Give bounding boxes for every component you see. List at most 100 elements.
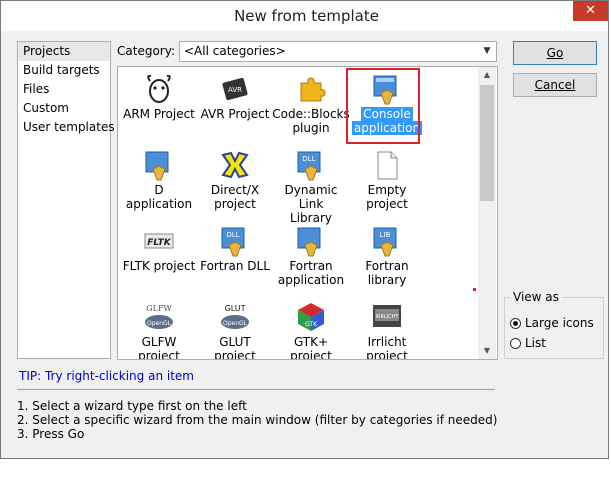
tree-item-build-targets[interactable]: Build targets [18, 61, 110, 80]
template-label: project [290, 349, 332, 360]
instruction-line: 2. Select a specific wizard from the mai… [17, 413, 498, 427]
template-fortran-dll[interactable]: DLL Fortran DLL [196, 221, 274, 295]
template-type-list: Projects Build targets Files Custom User… [17, 41, 115, 359]
cancel-button[interactable]: Cancel [513, 73, 597, 97]
glut-opengl-icon: GLUT OpenGL [221, 304, 249, 329]
fortran-dll-icon: DLL [221, 227, 245, 257]
template-label: Dynamic Link [284, 183, 338, 211]
template-empty-project[interactable]: Empty project [348, 145, 426, 219]
puzzle-piece-icon [300, 77, 326, 102]
fortran-app-icon [297, 227, 321, 257]
blank-page-icon [377, 151, 398, 180]
category-value: <All categories> [184, 44, 286, 58]
chevron-down-icon: ▼ [483, 46, 491, 56]
title-bar: New from template ✕ [1, 1, 608, 31]
selection-highlight-box [346, 68, 420, 144]
template-label: library [367, 273, 407, 287]
scroll-down-icon[interactable]: ▼ [478, 343, 496, 359]
template-label: Irrlicht [367, 335, 407, 349]
lib-icon: LIB [373, 227, 397, 257]
template-d-application[interactable]: D application [120, 145, 198, 219]
template-label: project [214, 349, 256, 360]
template-grid: ARM Project AVR AVR Project Code::Blocks… [117, 66, 498, 360]
template-dynamic-link-library[interactable]: DLL Dynamic Link Library [272, 145, 350, 225]
template-glfw-project[interactable]: GLFW OpenGL GLFW project [120, 297, 198, 360]
radio-checked-icon [510, 318, 521, 329]
category-dropdown[interactable]: <All categories> ▼ [179, 41, 497, 62]
glut-icon-text: GLUT [225, 304, 246, 313]
gtk-icon-text: GTK [305, 321, 318, 328]
template-label: D application [125, 183, 193, 211]
avr-icon-text: AVR [228, 86, 242, 94]
large-icons-label: Large icons [525, 316, 594, 330]
template-label: GLFW [141, 335, 177, 349]
irrlicht-icon: IRRLICHT [373, 305, 401, 327]
template-fltk-project[interactable]: FLTK FLTK project [120, 221, 198, 295]
scrollbar-thumb[interactable] [480, 85, 494, 201]
lib-icon-text: LIB [380, 231, 391, 239]
radio-unchecked-icon [510, 338, 521, 349]
avr-chip-icon: AVR [222, 77, 248, 101]
template-label: Direct/X [210, 183, 260, 197]
fltk-icon-text: FLTK [147, 238, 172, 248]
template-fortran-application[interactable]: Fortran application [272, 221, 350, 295]
template-label: Fortran [365, 259, 409, 273]
template-label: ARM Project [123, 107, 195, 121]
template-label: project [138, 349, 180, 360]
window-title: New from template [234, 7, 379, 25]
template-label: GLUT [219, 335, 251, 349]
large-icons-radio[interactable]: Large icons [510, 316, 594, 330]
tip-text: TIP: Try right-clicking an item [19, 369, 194, 383]
dll-icon: DLL [297, 151, 321, 181]
template-label: FLTK project [122, 259, 196, 273]
template-fortran-library[interactable]: LIB Fortran library [348, 221, 426, 295]
template-codeblocks-plugin[interactable]: Code::Blocks plugin [272, 69, 350, 143]
template-label: GTK+ [293, 335, 329, 349]
divider [17, 389, 495, 390]
template-avr-project[interactable]: AVR AVR Project [196, 69, 274, 143]
go-button-label: Go [546, 46, 564, 60]
list-label: List [525, 336, 546, 350]
fltk-icon: FLTK [144, 233, 174, 249]
marker-dot [473, 288, 476, 291]
template-label: Code::Blocks [272, 107, 350, 121]
gnu-icon [147, 74, 171, 103]
template-label: project [366, 349, 408, 360]
dialog-window: New from template ✕ Projects Build targe… [0, 0, 609, 459]
template-arm-project[interactable]: ARM Project [120, 69, 198, 143]
instruction-line: 1. Select a wizard type first on the lef… [17, 399, 247, 413]
category-label: Category: [117, 44, 175, 58]
scroll-up-icon[interactable]: ▲ [478, 67, 496, 83]
view-as-title: View as [510, 290, 562, 304]
glfw-opengl-icon: GLFW OpenGL [145, 304, 173, 329]
template-label: AVR Project [200, 107, 270, 121]
tree-item-files[interactable]: Files [18, 80, 110, 99]
template-label: application [277, 273, 345, 287]
tree-item-user-templates[interactable]: User templates [18, 118, 115, 137]
tree-item-custom[interactable]: Custom [18, 99, 110, 118]
irrlicht-icon-text: IRRLICHT [376, 314, 400, 320]
tree-item-projects[interactable]: Projects [18, 42, 110, 61]
gtk-cube-icon: GTK [298, 303, 324, 331]
d-app-icon [145, 151, 169, 181]
instructions: 1. Select a wizard type first on the lef… [17, 399, 497, 441]
template-label: project [214, 197, 256, 211]
template-directx-project[interactable]: Direct/X project [196, 145, 274, 219]
template-label: Fortran DLL [200, 259, 270, 273]
template-grid-scrollbar[interactable]: ▲ ▼ [478, 67, 496, 359]
glfw-icon-text: GLFW [146, 304, 172, 313]
template-gtk-project[interactable]: GTK GTK+ project [272, 297, 350, 360]
instruction-line: 3. Press Go [17, 427, 85, 441]
dll-icon-text: DLL [226, 231, 239, 239]
opengl-icon-text: OpenGL [147, 320, 172, 327]
directx-icon [221, 151, 249, 179]
opengl-icon-text: OpenGL [223, 320, 248, 327]
template-glut-project[interactable]: GLUT OpenGL GLUT project [196, 297, 274, 360]
template-label: project [366, 197, 408, 211]
close-button[interactable]: ✕ [573, 1, 608, 21]
list-radio[interactable]: List [510, 336, 546, 350]
template-label: Fortran [289, 259, 333, 273]
template-label: Empty [367, 183, 407, 197]
template-irrlicht-project[interactable]: IRRLICHT Irrlicht project [348, 297, 426, 360]
go-button[interactable]: Go [513, 41, 597, 65]
